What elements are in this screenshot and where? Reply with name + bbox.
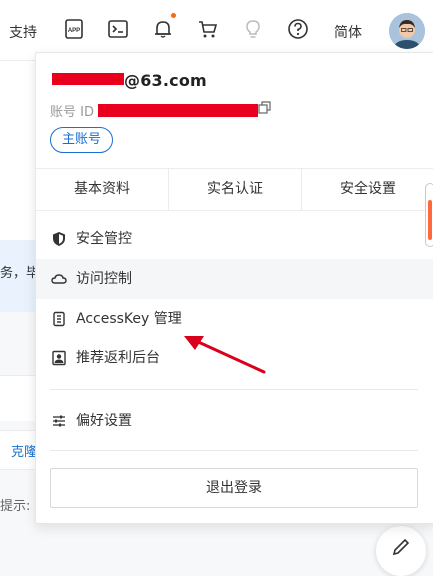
menu-item-label: 安全管控 bbox=[76, 231, 132, 247]
menu-item-label: 访问控制 bbox=[76, 271, 132, 287]
language-switch[interactable]: 简体 bbox=[334, 22, 362, 42]
page-background-left bbox=[0, 61, 36, 241]
info-banner-text: 务，毕 bbox=[0, 266, 40, 281]
account-id-label: 账号 ID bbox=[50, 105, 94, 120]
account-tabs: 基本资料 实名认证 安全设置 bbox=[36, 168, 433, 211]
help-icon[interactable] bbox=[287, 18, 309, 40]
cart-icon[interactable] bbox=[197, 18, 219, 40]
shield-icon bbox=[53, 232, 65, 246]
menu-item-security-control[interactable]: 安全管控 bbox=[36, 219, 433, 259]
copy-icon[interactable] bbox=[258, 101, 272, 115]
tab-real-name-auth[interactable]: 实名认证 bbox=[168, 169, 301, 210]
support-link[interactable]: 支持 bbox=[9, 22, 37, 42]
pencil-icon bbox=[392, 538, 410, 556]
terminal-icon[interactable] bbox=[107, 18, 129, 40]
notification-dot bbox=[171, 13, 176, 18]
person-card-icon bbox=[52, 350, 66, 366]
lightbulb-icon[interactable] bbox=[242, 18, 264, 40]
cloud-icon bbox=[51, 274, 67, 284]
menu-item-access-control[interactable]: 访问控制 bbox=[36, 259, 433, 299]
key-icon bbox=[53, 311, 65, 327]
menu-divider bbox=[50, 450, 418, 451]
edit-button[interactable] bbox=[376, 526, 426, 576]
hint-text: 提示: bbox=[0, 499, 31, 514]
app-icon[interactable]: APP bbox=[63, 18, 85, 40]
redaction-bar bbox=[52, 73, 124, 85]
scrollbar-indicator bbox=[428, 200, 432, 240]
menu-item-label: 偏好设置 bbox=[76, 413, 132, 429]
primary-account-tag: 主账号 bbox=[50, 127, 114, 153]
svg-text:APP: APP bbox=[68, 28, 80, 34]
annotation-arrow-icon bbox=[184, 336, 266, 374]
menu-item-label: 推荐返利后台 bbox=[76, 350, 160, 366]
tab-security-settings[interactable]: 安全设置 bbox=[301, 169, 433, 210]
account-dropdown-panel: @63.com 账号 ID 主账号 基本资料 实名认证 安全设置 安全管控 访问… bbox=[35, 52, 433, 524]
sliders-icon bbox=[53, 415, 65, 427]
menu-divider bbox=[50, 389, 418, 390]
menu-item-preferences[interactable]: 偏好设置 bbox=[36, 401, 433, 441]
menu-item-label: AccessKey 管理 bbox=[76, 311, 182, 327]
avatar[interactable] bbox=[389, 13, 425, 49]
bell-icon[interactable] bbox=[152, 18, 174, 40]
redaction-bar bbox=[98, 104, 258, 117]
logout-button[interactable]: 退出登录 bbox=[50, 468, 418, 508]
tab-basic-info[interactable]: 基本资料 bbox=[36, 169, 168, 210]
clone-link[interactable]: 克隆 bbox=[11, 441, 37, 460]
page-section bbox=[0, 375, 36, 421]
